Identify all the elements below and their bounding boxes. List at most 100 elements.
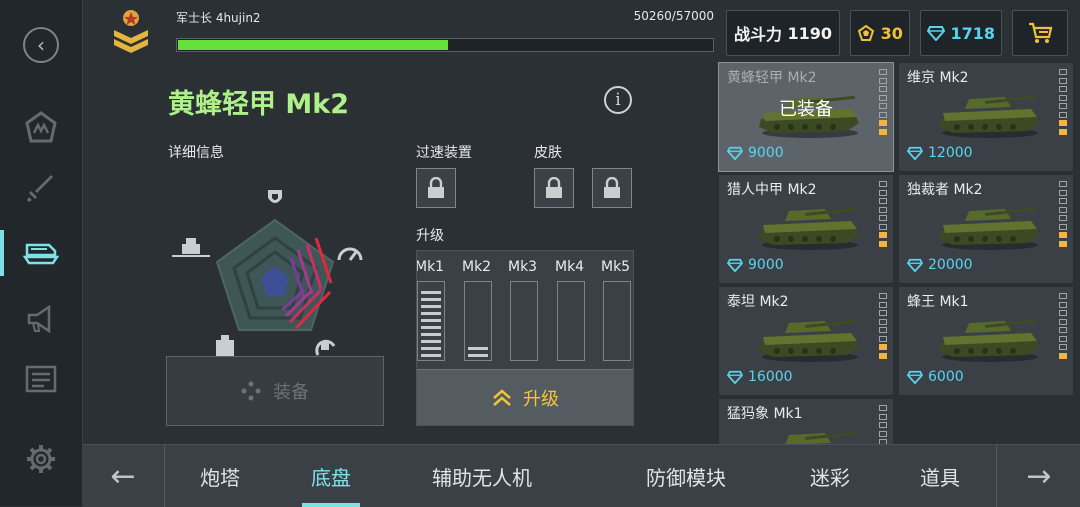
shop-cart-button[interactable] [1012,10,1068,56]
upgrade-pip [421,347,441,350]
upgrade-pip [421,326,441,329]
level-segment [879,77,887,84]
tank-image [755,425,865,444]
vehicle-price-value: 9000 [748,257,784,273]
turn-icon [315,339,336,356]
news-icon [25,365,57,393]
upgrade-pip [421,298,441,301]
category-tab[interactable]: 辅助无人机 [412,445,552,507]
next-category-button[interactable]: → [998,445,1080,507]
missions-button[interactable] [18,296,64,342]
level-segment [1059,318,1067,325]
garage-icon [25,111,57,143]
level-segment [1059,240,1067,247]
level-segment [1059,103,1067,109]
gem-amount: 1718 [950,23,996,43]
category-tab[interactable]: 道具 [900,445,980,507]
upgrade-pip [421,340,441,343]
upgrade-pip [421,333,441,336]
upgrade-level-column [603,281,631,361]
filter-slot-locked[interactable] [416,168,456,208]
vehicle-price-value: 16000 [748,369,793,385]
arrow-right-icon: → [1026,458,1052,494]
level-segment [879,310,887,316]
vehicle-card[interactable]: 维京 Mk2 12000 [898,62,1074,172]
vehicle-list: 黄蜂轻甲 Mk2 9000 已装备 维京 Mk2 12000 猎人中甲 Mk2 9000… [718,62,1080,444]
vehicle-price: 20000 [907,257,973,273]
level-segment [1059,198,1067,204]
level-segment [1059,111,1067,118]
level-segment [879,69,887,75]
divider [164,445,165,507]
gold-currency[interactable]: 30 [850,10,910,56]
settings-button[interactable] [18,436,64,482]
level-segment [879,405,887,411]
category-tab[interactable]: 迷彩 [786,445,874,507]
equip-label: 装备 [273,382,309,403]
level-segment [879,327,887,333]
xp-text: 50260/57000 [633,9,714,23]
level-segment [879,352,887,359]
equip-button[interactable]: 装备 [166,356,384,426]
category-tab-label: 炮塔 [200,465,240,490]
vehicle-card[interactable]: 猎人中甲 Mk2 9000 [718,174,894,284]
skin-slot-locked-2[interactable] [592,168,632,208]
level-segment [879,198,887,204]
gem-icon [727,146,743,160]
gold-icon [857,24,875,41]
armor-icon [268,190,282,203]
gem-icon [727,258,743,272]
upgrade-label: 升级 [416,228,444,244]
gem-currency[interactable]: 1718 [920,10,1002,56]
vehicle-price-value: 20000 [928,257,973,273]
skin-slot-locked-1[interactable] [534,168,574,208]
vehicle-card[interactable]: 泰坦 Mk2 16000 [718,286,894,396]
vehicle-level-gauge [1059,293,1067,363]
category-tab[interactable]: 炮塔 [178,445,262,507]
vehicle-level-gauge [1059,181,1067,251]
rank-badge-icon [114,10,148,53]
info-icon[interactable]: i [604,86,632,114]
power-rating: 战斗力 1190 [726,10,840,56]
level-segment [1059,352,1067,359]
weapons-button[interactable] [18,164,64,210]
upgrade-pip [468,354,488,357]
lock-icon [546,177,562,198]
active-tab-indicator [302,503,360,507]
tank-image [935,313,1045,363]
category-tab[interactable]: 底盘 [292,445,370,507]
gem-icon [926,26,945,41]
level-segment [879,422,887,428]
level-segment [1059,232,1067,238]
megaphone-icon [27,304,51,334]
divider [996,445,997,507]
upgrade-button[interactable]: 升级 [417,369,633,425]
upgrade-panel: Mk1 Mk2 Mk3 Mk4 Mk5 升级 [416,250,634,426]
upgrade-level-column [464,281,492,361]
vehicle-name: 黄蜂轻甲 Mk2 [727,70,817,86]
news-button[interactable] [18,356,64,402]
equip-icon [241,381,261,401]
level-segment [1059,310,1067,316]
category-tab-label: 道具 [920,465,960,490]
prev-category-button[interactable]: ← [82,445,164,507]
back-button[interactable]: ‹ [18,22,64,68]
lock-icon [428,177,444,198]
vehicle-card[interactable]: 独裁者 Mk2 20000 [898,174,1074,284]
vehicle-title: 黄蜂轻甲 Mk2 [168,89,350,120]
level-segment [1059,128,1067,135]
vehicle-card[interactable]: 猛犸象 Mk1 [718,398,894,444]
vehicle-price-value: 6000 [928,369,964,385]
power-value: 1190 [787,23,833,43]
category-tab-label: 底盘 [311,465,351,490]
back-icon: ‹ [23,27,59,63]
category-tab-bar: ← 炮塔 底盘 辅助无人机 防御模块 迷彩 道具 → [82,444,1080,507]
vehicle-card[interactable]: 蜂王 Mk1 6000 [898,286,1074,396]
vehicle-card[interactable]: 黄蜂轻甲 Mk2 9000 已装备 [718,62,894,172]
category-tab[interactable]: 防御模块 [626,445,746,507]
sword-icon [27,175,53,202]
vehicle-level-gauge [1059,69,1067,139]
garage-button[interactable] [18,104,64,150]
hulls-button[interactable] [18,230,64,276]
upgrade-level-label: Mk2 [462,259,492,275]
